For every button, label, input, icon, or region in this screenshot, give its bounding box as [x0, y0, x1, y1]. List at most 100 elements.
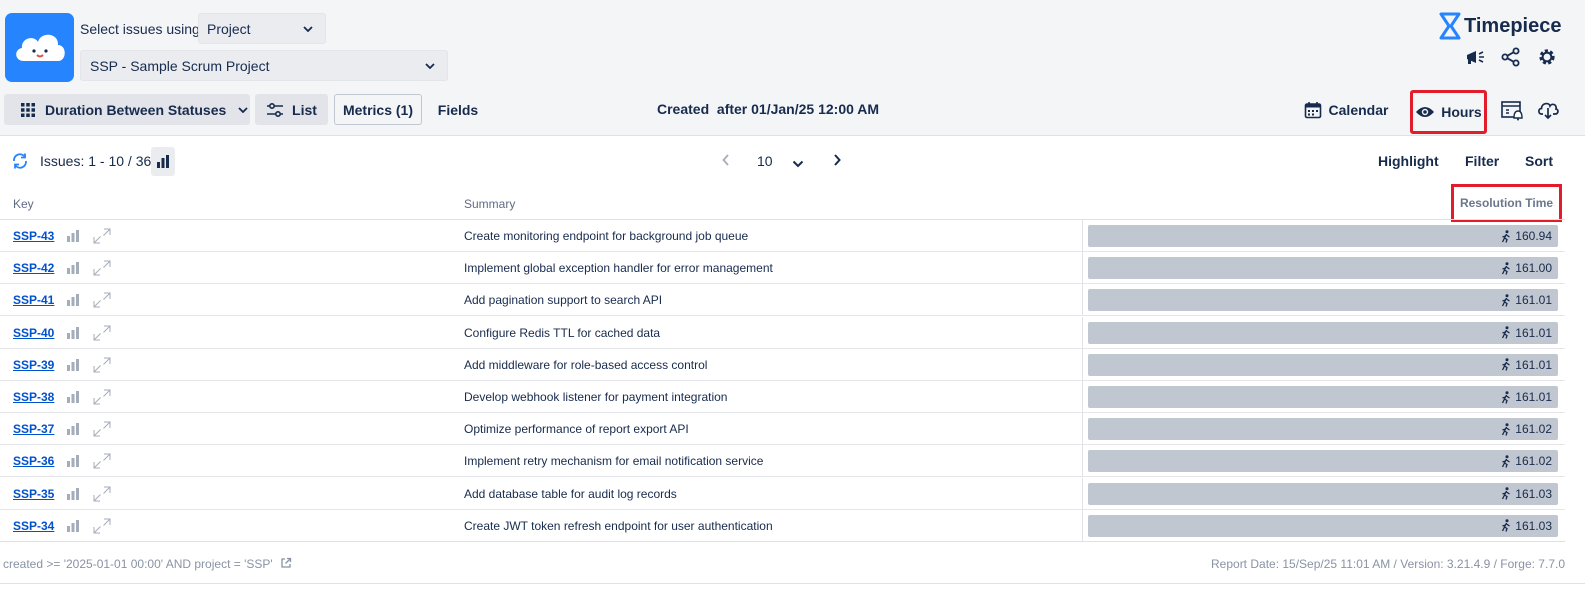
expand-icon[interactable]	[93, 325, 111, 344]
bar-chart-icon[interactable]	[66, 422, 80, 438]
jql-text: created >= '2025-01-01 00:00' AND projec…	[3, 557, 273, 571]
bar-chart-icon[interactable]	[66, 454, 80, 470]
grid-icon	[21, 102, 35, 117]
issue-key-link[interactable]: SSP-36	[13, 454, 54, 468]
resolution-time-text: 161.01	[1515, 325, 1552, 340]
running-person-icon	[1502, 358, 1511, 372]
expand-icon[interactable]	[93, 228, 111, 247]
prev-page-button[interactable]	[722, 153, 730, 169]
page-size-dropdown[interactable]	[792, 155, 804, 171]
resolution-time-bar[interactable]: 161.02	[1088, 418, 1558, 441]
expand-icon[interactable]	[93, 486, 111, 505]
column-header-summary[interactable]: Summary	[464, 197, 515, 211]
resolution-time-text: 161.02	[1515, 422, 1552, 437]
created-filter-text: Created after 01/Jan/25 12:00 AM	[657, 101, 880, 117]
issue-key-link[interactable]: SSP-38	[13, 390, 54, 404]
share-icon[interactable]	[1500, 46, 1522, 68]
resolution-time-text: 160.94	[1515, 229, 1552, 243]
calendar-label: Calendar	[1328, 101, 1389, 118]
expand-icon[interactable]	[93, 260, 111, 279]
next-page-button[interactable]	[833, 153, 841, 169]
table-row: SSP-41 Add pagination support to search A…	[0, 284, 1565, 317]
fields-button[interactable]: Fields	[430, 94, 486, 125]
report-type-label: Duration Between Statuses	[45, 101, 227, 118]
table-row: SSP-35 Add database table for audit log r…	[0, 477, 1565, 510]
issue-key-link[interactable]: SSP-35	[13, 487, 54, 501]
issue-key-link[interactable]: SSP-34	[13, 519, 54, 533]
resolution-time-value: 161.03	[1501, 487, 1552, 501]
bar-chart-icon[interactable]	[66, 519, 80, 535]
cloud-download-icon[interactable]	[1536, 97, 1560, 121]
chevron-left-icon	[722, 154, 729, 166]
expand-icon[interactable]	[93, 292, 111, 311]
expand-icon[interactable]	[93, 453, 111, 472]
bar-chart-icon[interactable]	[66, 487, 80, 503]
calendar-button[interactable]: Calendar	[1300, 94, 1392, 125]
resolution-time-bar[interactable]: 161.01	[1088, 386, 1558, 408]
issue-key-link[interactable]: SSP-42	[13, 261, 54, 275]
issue-summary: Develop webhook listener for payment int…	[464, 390, 728, 404]
select-mode-dropdown[interactable]: Project	[198, 13, 326, 44]
expand-icon[interactable]	[93, 357, 111, 376]
resolution-time-bar[interactable]: 161.01	[1088, 353, 1558, 376]
bar-chart-icon[interactable]	[66, 293, 80, 309]
chevron-right-icon	[834, 154, 841, 166]
resolution-time-text: 161.01	[1515, 357, 1552, 372]
resolution-time-bar[interactable]: 160.94	[1088, 225, 1558, 247]
megaphone-icon[interactable]	[1464, 46, 1486, 68]
expand-icon[interactable]	[93, 389, 111, 408]
hours-label: Hours	[1441, 104, 1482, 120]
expand-icon[interactable]	[93, 421, 111, 440]
project-value: SSP - Sample Scrum Project	[90, 57, 270, 74]
sort-button[interactable]: Sort	[1525, 153, 1553, 169]
report-type-button[interactable]: Duration Between Statuses	[4, 94, 250, 125]
bar-chart-icon[interactable]	[66, 326, 80, 342]
running-person-icon	[1502, 455, 1511, 468]
resolution-time-value: 161.02	[1501, 454, 1552, 468]
filter-button[interactable]: Filter	[1465, 153, 1499, 169]
highlight-button[interactable]: Highlight	[1378, 153, 1439, 169]
resolution-time-bar[interactable]: 161.03	[1088, 514, 1558, 537]
table-row: SSP-39 Add middleware for role-based acce…	[0, 348, 1565, 381]
select-issues-label: Select issues using	[80, 21, 200, 37]
jql-query[interactable]: created >= '2025-01-01 00:00' AND projec…	[3, 557, 292, 571]
resolution-time-bar[interactable]: 161.02	[1088, 450, 1558, 473]
table-row: SSP-34 Create JWT token refresh endpoint …	[0, 509, 1565, 542]
issue-key-link[interactable]: SSP-40	[13, 326, 54, 340]
calendar-icon	[1304, 101, 1321, 118]
column-header-resolution-time[interactable]: Resolution Time	[1451, 184, 1562, 222]
resolution-time-bar[interactable]: 161.03	[1088, 482, 1558, 505]
issue-key-link[interactable]: SSP-39	[13, 358, 54, 372]
resolution-time-text: 161.03	[1515, 518, 1552, 533]
bar-chart-icon[interactable]	[66, 358, 80, 374]
chart-toggle-button[interactable]	[151, 147, 175, 176]
bar-chart-icon[interactable]	[66, 390, 80, 406]
issue-key-link[interactable]: SSP-41	[13, 293, 54, 307]
resolution-time-bar[interactable]: 161.00	[1088, 257, 1558, 280]
resolution-time-bar[interactable]: 161.01	[1088, 289, 1558, 312]
calendar-alert-icon[interactable]	[1500, 98, 1524, 122]
issue-key-link[interactable]: SSP-43	[13, 229, 54, 243]
page-size-value: 10	[757, 153, 773, 169]
issue-summary: Optimize performance of report export AP…	[464, 422, 689, 437]
list-button[interactable]: List	[255, 94, 328, 125]
brand-name: Timepiece	[1464, 14, 1562, 37]
bar-chart-icon[interactable]	[66, 229, 80, 245]
expand-icon[interactable]	[93, 518, 111, 537]
issue-key-link[interactable]: SSP-37	[13, 422, 54, 436]
hourglass-icon	[1439, 12, 1461, 40]
resolution-time-value: 160.94	[1501, 229, 1552, 243]
footer-divider	[0, 541, 1565, 542]
project-dropdown[interactable]: SSP - Sample Scrum Project	[80, 50, 448, 81]
column-header-key[interactable]: Key	[13, 197, 34, 211]
eye-icon	[1416, 107, 1435, 117]
hours-button[interactable]: Hours	[1410, 90, 1487, 134]
bar-chart-icon[interactable]	[66, 261, 80, 277]
external-link-icon[interactable]	[280, 557, 292, 569]
issue-summary: Add pagination support to search API	[464, 293, 663, 308]
gear-icon[interactable]	[1536, 46, 1558, 68]
list-label: List	[292, 101, 317, 118]
refresh-icon[interactable]	[11, 152, 29, 173]
resolution-time-bar[interactable]: 161.01	[1088, 321, 1558, 344]
metrics-button[interactable]: Metrics (1)	[334, 94, 422, 125]
